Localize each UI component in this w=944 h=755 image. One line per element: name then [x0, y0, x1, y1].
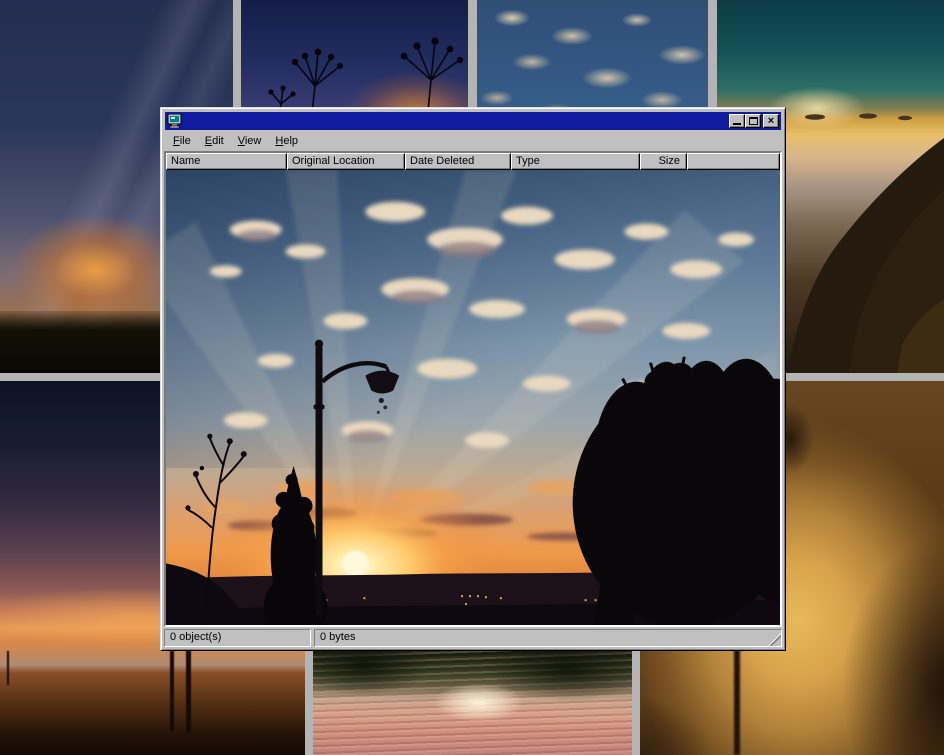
maximize-icon — [749, 117, 758, 125]
application-icon — [167, 114, 183, 128]
list-content-area[interactable] — [166, 170, 780, 625]
column-header-row: Name Original Location Date Deleted Type… — [166, 153, 780, 170]
water-pole — [170, 639, 174, 731]
menu-view[interactable]: View — [231, 133, 269, 149]
close-button[interactable]: × — [763, 114, 779, 128]
water-pole — [7, 651, 9, 685]
column-header-size[interactable]: Size — [640, 153, 687, 170]
recycle-bin-window: × File Edit View Help Name Original Loca… — [160, 107, 786, 651]
column-header-date-deleted[interactable]: Date Deleted — [405, 153, 511, 170]
column-header-original-location[interactable]: Original Location — [287, 153, 405, 170]
menu-file[interactable]: File — [166, 133, 198, 149]
status-total-size: 0 bytes — [314, 629, 782, 647]
menu-edit[interactable]: Edit — [198, 133, 231, 149]
column-header-blank[interactable] — [687, 153, 780, 170]
file-list-view: Name Original Location Date Deleted Type… — [164, 151, 782, 627]
menu-bar: File Edit View Help — [164, 131, 782, 151]
minimize-button[interactable] — [729, 114, 745, 128]
window-titlebar[interactable]: × — [165, 112, 781, 130]
menu-help[interactable]: Help — [268, 133, 305, 149]
minimize-icon — [733, 117, 741, 125]
resize-grip[interactable] — [768, 633, 781, 646]
status-bar: 0 object(s) 0 bytes — [164, 629, 782, 647]
column-header-name[interactable]: Name — [166, 153, 287, 170]
column-header-type[interactable]: Type — [511, 153, 640, 170]
maximize-button[interactable] — [745, 114, 761, 128]
close-icon: × — [768, 117, 774, 126]
status-object-count: 0 object(s) — [164, 629, 311, 647]
lamppost-pole-silhouette — [734, 643, 740, 755]
window-controls: × — [729, 114, 779, 128]
sunset-streetlamp-photo — [166, 170, 780, 625]
